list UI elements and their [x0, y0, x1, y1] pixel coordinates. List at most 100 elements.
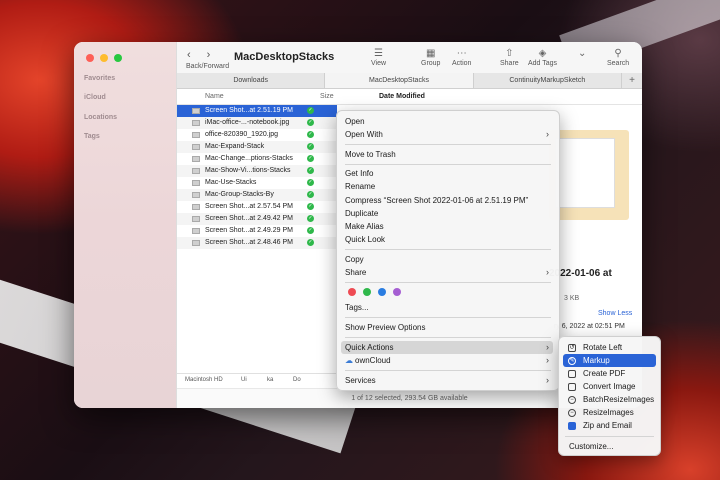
- traffic-lights: [86, 54, 122, 62]
- list-view-icon: ☰: [374, 48, 383, 59]
- menu-item-open-with[interactable]: Open With ›: [345, 128, 553, 141]
- path-item[interactable]: Ui: [241, 377, 247, 383]
- file-icon: [192, 132, 200, 138]
- file-icon: [192, 108, 200, 114]
- path-item[interactable]: Do: [293, 377, 301, 383]
- menu-item-copy[interactable]: Copy: [345, 253, 553, 266]
- column-name[interactable]: Name: [205, 93, 224, 100]
- menu-item-owncloud[interactable]: ☁ ownCloud ›: [345, 354, 553, 367]
- minimize-window-button[interactable]: [100, 54, 108, 62]
- search-button[interactable]: ⚲ Search: [607, 47, 629, 67]
- menu-item-quick-look[interactable]: Quick Look: [345, 233, 553, 246]
- path-item[interactable]: ka: [267, 377, 273, 383]
- menu-item-services[interactable]: Services ›: [345, 374, 553, 387]
- tag-red-dot[interactable]: [348, 288, 356, 296]
- toolbar: ‹ › Back/Forward MacDesktopStacks ☰ View …: [177, 42, 642, 73]
- file-row[interactable]: Screen Shot...at 2.49.42 PM ✓: [177, 213, 337, 225]
- tab-continuitymarkupsketch[interactable]: ContinuityMarkupSketch: [474, 73, 622, 88]
- file-row[interactable]: Mac-Group-Stacks-By ✓: [177, 189, 337, 201]
- zoom-window-button[interactable]: [114, 54, 122, 62]
- file-row[interactable]: iMac-office-...-notebook.jpg ✓: [177, 117, 337, 129]
- menu-item-compress[interactable]: Compress “Screen Shot 2022-01-06 at 2.51…: [345, 194, 553, 207]
- back-icon[interactable]: ‹: [187, 49, 191, 61]
- menu-separator: [345, 370, 551, 371]
- submenu-item-batchresizeimages[interactable]: − BatchResizeImages: [563, 393, 656, 406]
- synced-check-icon: ✓: [307, 155, 314, 162]
- file-row[interactable]: Screen Shot...at 2.51.19 PM ✓: [177, 105, 337, 117]
- forward-icon[interactable]: ›: [207, 49, 211, 61]
- sidebar-section-favorites[interactable]: Favorites: [84, 75, 115, 82]
- file-row[interactable]: Screen Shot...at 2.57.54 PM ✓: [177, 201, 337, 213]
- tab-macdesktopstacks[interactable]: MacDesktopStacks: [325, 73, 474, 88]
- preview-thumbnail: [549, 130, 629, 220]
- search-icon: ⚲: [614, 48, 622, 59]
- file-row[interactable]: Mac-Show-Vi...tions-Stacks ✓: [177, 165, 337, 177]
- share-button[interactable]: ⇧ Share: [500, 47, 519, 67]
- close-window-button[interactable]: [86, 54, 94, 62]
- menu-item-tags[interactable]: Tags...: [345, 301, 553, 314]
- menu-item-show-preview-options[interactable]: Show Preview Options: [345, 321, 553, 334]
- sidebar-section-tags[interactable]: Tags: [84, 133, 100, 140]
- synced-check-icon: ✓: [307, 119, 314, 126]
- nav-label: Back/Forward: [186, 63, 230, 70]
- file-icon: [192, 204, 200, 210]
- menu-separator: [345, 249, 551, 250]
- synced-check-icon: ✓: [307, 203, 314, 210]
- tag-color-picker: [348, 288, 401, 296]
- rotate-left-icon: ↺: [568, 344, 576, 352]
- new-tab-button[interactable]: +: [622, 73, 642, 88]
- submenu-item-rotate-left[interactable]: ↺ Rotate Left: [563, 341, 656, 354]
- show-less-link[interactable]: Show Less: [598, 310, 632, 317]
- menu-separator: [345, 144, 551, 145]
- menu-item-share[interactable]: Share ›: [345, 266, 553, 279]
- file-icon: [192, 156, 200, 162]
- path-item[interactable]: Macintosh HD: [185, 377, 223, 383]
- tag-purple-dot[interactable]: [393, 288, 401, 296]
- info-dropdown[interactable]: ⌄: [578, 47, 586, 60]
- tab-bar: Downloads MacDesktopStacks ContinuityMar…: [177, 73, 642, 89]
- submenu-item-resizeimages[interactable]: − ResizeImages: [563, 406, 656, 419]
- menu-item-open[interactable]: Open: [345, 115, 553, 128]
- submenu-item-markup[interactable]: ✎ Markup: [563, 354, 656, 367]
- menu-item-get-info[interactable]: Get Info: [345, 167, 553, 180]
- submenu-item-convert-image[interactable]: Convert Image: [563, 380, 656, 393]
- menu-item-make-alias[interactable]: Make Alias: [345, 220, 553, 233]
- action-button[interactable]: ⋯ Action: [452, 47, 471, 67]
- menu-item-rename[interactable]: Rename: [345, 180, 553, 193]
- tab-downloads[interactable]: Downloads: [177, 73, 326, 88]
- file-row[interactable]: Mac-Change...ptions-Stacks ✓: [177, 153, 337, 165]
- group-button[interactable]: ▦ Group: [421, 47, 440, 67]
- file-icon: [192, 216, 200, 222]
- add-tags-button[interactable]: ◈ Add Tags: [528, 47, 557, 67]
- file-row[interactable]: Mac-Use-Stacks ✓: [177, 177, 337, 189]
- sidebar-section-icloud[interactable]: iCloud: [84, 94, 106, 101]
- chevron-right-icon: ›: [546, 375, 549, 385]
- menu-item-duplicate[interactable]: Duplicate: [345, 207, 553, 220]
- tag-icon: ◈: [538, 48, 547, 59]
- menu-item-move-to-trash[interactable]: Move to Trash: [345, 148, 553, 161]
- synced-check-icon: ✓: [307, 227, 314, 234]
- view-button[interactable]: ☰ View: [371, 47, 386, 67]
- column-date-modified[interactable]: Date Modified: [379, 93, 425, 100]
- submenu-item-customize[interactable]: Customize...: [563, 440, 656, 453]
- submenu-item-zip-and-email[interactable]: Zip and Email: [563, 419, 656, 432]
- preview-modified: ry 6, 2022 at 02:51 PM: [554, 323, 625, 330]
- synced-check-icon: ✓: [307, 131, 314, 138]
- sidebar-section-locations[interactable]: Locations: [84, 114, 117, 121]
- submenu-item-create-pdf[interactable]: Create PDF: [563, 367, 656, 380]
- tag-blue-dot[interactable]: [378, 288, 386, 296]
- file-icon: [192, 240, 200, 246]
- synced-check-icon: ✓: [307, 239, 314, 246]
- file-row[interactable]: Screen Shot...at 2.49.29 PM ✓: [177, 225, 337, 237]
- file-row[interactable]: Screen Shot...at 2.48.46 PM ✓: [177, 237, 337, 249]
- menu-item-quick-actions[interactable]: Quick Actions ›: [341, 341, 553, 354]
- file-row[interactable]: Mac-Expand-Stack ✓: [177, 141, 337, 153]
- file-icon: [192, 120, 200, 126]
- file-row[interactable]: office-820390_1920.jpg ✓: [177, 129, 337, 141]
- chevron-right-icon: ›: [546, 129, 549, 139]
- workflow-icon: −: [568, 396, 576, 404]
- menu-separator: [345, 282, 551, 283]
- column-size[interactable]: Size: [320, 93, 334, 100]
- tag-green-dot[interactable]: [363, 288, 371, 296]
- menu-separator: [345, 337, 551, 338]
